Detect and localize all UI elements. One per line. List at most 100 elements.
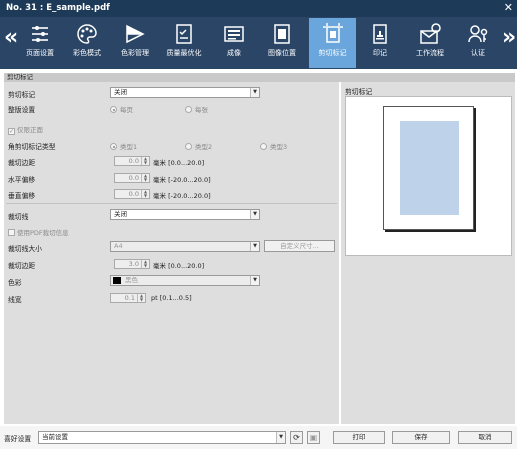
- tab-authentication[interactable]: 认证: [456, 18, 500, 68]
- radio-icon: [260, 143, 267, 150]
- cancel-button[interactable]: 取消: [458, 431, 512, 444]
- crop-marks-label: 剪切标记: [8, 91, 36, 99]
- type1-radio[interactable]: 类型1: [110, 141, 137, 151]
- radio-selected-icon: [110, 143, 117, 150]
- h-offset-unit: 毫米 [-20.0...20.0]: [153, 176, 211, 184]
- tab-label: 成像: [227, 49, 241, 57]
- image-position-icon: [274, 24, 290, 44]
- use-pdf-trim-label: 使用PDF裁切信息: [17, 229, 69, 237]
- checkbox-checked-icon: ✓: [8, 128, 15, 135]
- favorites-value: 当前设置: [42, 433, 68, 441]
- per-page-label: 每页: [120, 106, 133, 114]
- prev-tabs-icon[interactable]: «: [4, 27, 18, 49]
- favorites-select[interactable]: 当前设置 ▼: [38, 431, 286, 444]
- trim-size-select[interactable]: A4 ▼: [110, 241, 260, 252]
- custom-size-button[interactable]: 自定义尺寸...: [264, 240, 335, 252]
- trim-margin-stepper[interactable]: 3.0 ▲ ▼: [114, 259, 150, 269]
- type1-label: 类型1: [120, 143, 138, 151]
- print-button[interactable]: 打印: [333, 431, 385, 444]
- color-mode-icon: [77, 24, 97, 44]
- save-favorite-button[interactable]: ▣: [307, 431, 320, 444]
- radio-selected-icon: [110, 106, 117, 113]
- layout-label: 整版设置: [8, 106, 36, 114]
- trim-margin-unit: 毫米 [0.0...20.0]: [153, 262, 205, 270]
- line-width-label: 线宽: [8, 296, 22, 304]
- tab-imaging[interactable]: 成像: [212, 18, 256, 68]
- tab-color-mode[interactable]: 彩色模式: [64, 18, 110, 68]
- tab-quality-optimization[interactable]: 质量最优化: [160, 18, 208, 68]
- tab-page-setup[interactable]: 页面设置: [18, 18, 62, 68]
- per-sheet-label: 每张: [195, 106, 208, 114]
- chevron-down-icon: ▼: [250, 276, 259, 285]
- trim-line-label: 裁切线: [8, 213, 29, 221]
- page-setup-icon: [32, 26, 48, 42]
- color-swatch: [113, 277, 121, 284]
- h-offset-stepper[interactable]: 0.0 ▲ ▼: [114, 173, 150, 183]
- crop-margin-label: 裁切边距: [8, 159, 36, 167]
- stepper-arrows-icon[interactable]: ▲ ▼: [141, 190, 149, 198]
- h-offset-label: 水平偏移: [8, 176, 36, 184]
- tab-crop-marks[interactable]: 剪切标记: [309, 18, 356, 68]
- imaging-icon: [224, 26, 244, 42]
- stepper-arrows-icon[interactable]: ▲ ▼: [141, 260, 149, 268]
- stepper-arrows-icon[interactable]: ▲ ▼: [141, 157, 149, 165]
- color-management-icon: [126, 24, 145, 44]
- crop-marks-icon: [322, 23, 343, 43]
- type2-radio[interactable]: 类型2: [185, 141, 212, 151]
- preview-title: 剪切标记: [345, 88, 373, 96]
- tab-label: 质量最优化: [166, 49, 202, 57]
- tab-label: 剪切标记: [318, 49, 347, 57]
- crop-margin-stepper[interactable]: 0.0 ▲ ▼: [114, 156, 150, 166]
- refresh-button[interactable]: ⟳: [290, 431, 303, 444]
- type3-radio[interactable]: 类型3: [260, 141, 287, 151]
- window-title: No. 31 : E_sample.pdf: [6, 3, 110, 13]
- crop-marks-select[interactable]: 关闭 ▼: [110, 87, 260, 98]
- trim-margin-label: 裁切边距: [8, 262, 36, 270]
- per-page-radio[interactable]: 每页: [110, 104, 133, 114]
- use-pdf-trim-checkbox[interactable]: 使用PDF裁切信息: [8, 227, 69, 237]
- corner-type-label: 角剪切标记类型: [8, 143, 56, 151]
- line-width-value: 0.1: [124, 294, 135, 302]
- trim-line-select[interactable]: 关闭 ▼: [110, 209, 260, 220]
- v-offset-value: 0.0: [128, 190, 139, 198]
- trim-margin-value: 3.0: [128, 260, 139, 268]
- radio-icon: [185, 143, 192, 150]
- per-sheet-radio[interactable]: 每张: [185, 104, 208, 114]
- tab-color-management[interactable]: 色彩管理: [112, 18, 158, 68]
- workflow-icon: [420, 23, 441, 44]
- tab-label: 认证: [471, 49, 485, 57]
- v-offset-unit: 毫米 [-20.0...20.0]: [153, 192, 211, 200]
- tab-label: 页面设置: [26, 49, 54, 57]
- section-title: 剪切标记: [4, 73, 515, 82]
- tab-workflow[interactable]: 工作流程: [406, 18, 454, 68]
- front-only-checkbox[interactable]: ✓ 仅限正面: [8, 124, 43, 135]
- save-button[interactable]: 保存: [392, 431, 450, 444]
- type2-label: 类型2: [195, 143, 213, 151]
- tab-label: 图像位置: [268, 49, 296, 57]
- crop-margin-unit: 毫米 [0.0...20.0]: [153, 159, 205, 167]
- v-offset-label: 垂直偏移: [8, 192, 36, 200]
- color-select[interactable]: 黑色 ▼: [110, 275, 260, 286]
- stepper-arrows-icon[interactable]: ▲ ▼: [137, 294, 145, 302]
- crop-margin-value: 0.0: [128, 157, 139, 165]
- authentication-icon: [468, 25, 488, 43]
- line-width-stepper[interactable]: 0.1 ▲ ▼: [110, 293, 146, 303]
- v-offset-stepper[interactable]: 0.0 ▲ ▼: [114, 189, 150, 199]
- favorites-label: 喜好设置: [4, 435, 32, 443]
- chevron-down-icon: ▼: [250, 242, 259, 251]
- settings-panel: [4, 82, 339, 424]
- front-only-label: 仅限正面: [17, 126, 43, 134]
- chevron-down-icon: ▼: [250, 88, 259, 97]
- tab-image-position[interactable]: 图像位置: [258, 18, 306, 68]
- tab-stamp[interactable]: 印记: [358, 18, 402, 68]
- chevron-down-icon: ▼: [276, 432, 285, 443]
- refresh-icon: ⟳: [293, 433, 300, 442]
- stepper-arrows-icon[interactable]: ▲ ▼: [141, 174, 149, 182]
- next-tabs-icon[interactable]: »: [502, 27, 516, 49]
- tab-ribbon: « » 页面设置 彩色模式 色彩管理 质量最优化 成像 图像位置 剪切标记 印记…: [0, 17, 517, 69]
- close-icon[interactable]: ✕: [504, 1, 513, 14]
- title-bar: No. 31 : E_sample.pdf ✕: [0, 0, 517, 17]
- trim-line-value: 关闭: [114, 210, 127, 218]
- tab-label: 工作流程: [416, 49, 444, 57]
- checkbox-icon: [8, 229, 15, 236]
